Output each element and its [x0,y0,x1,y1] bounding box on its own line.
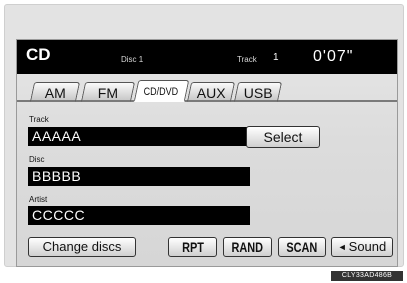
track-title-field: AAAAA [28,127,250,146]
change-discs-button[interactable]: Change discs [28,237,136,257]
tab-aux[interactable]: AUX [186,82,236,102]
tab-cd-dvd-label: CD/DVD [143,86,179,98]
tab-aux-label: AUX [196,85,226,101]
tab-fm-label: FM [97,85,118,101]
disc-indicator: Disc 1 [121,55,144,64]
tab-am-label: AM [44,85,66,101]
track-field-label: Track [29,115,49,124]
sound-button-label: Sound [348,239,387,254]
track-indicator-label: Track [237,55,257,64]
source-title: CD [26,45,51,64]
tab-am[interactable]: AM [29,82,81,102]
artist-field-label: Artist [29,195,48,204]
artist-name-field: CCCCC [28,206,250,225]
speaker-icon: ◄ [337,242,347,252]
repeat-button[interactable]: RPT [168,237,217,257]
elapsed-time: 0'07" [313,48,354,65]
audio-screen: CD Disc 1 Track 1 0'07" AM FM USB AUX CD… [16,39,398,267]
scan-button[interactable]: SCAN [278,237,326,257]
repeat-button-label: RPT [181,239,204,255]
scan-button-label: SCAN [286,239,318,255]
figure-code: CLY33AD486B [331,271,403,281]
tab-fm[interactable]: FM [80,82,136,102]
random-button-label: RAND [231,239,264,255]
random-button[interactable]: RAND [223,237,272,257]
disc-field-label: Disc [29,155,45,164]
disc-title-field: BBBBB [28,167,250,186]
tab-cd-dvd[interactable]: CD/DVD [133,80,190,102]
status-header: CD Disc 1 Track 1 0'07" [17,40,397,74]
tab-usb[interactable]: USB [233,82,283,102]
sound-button[interactable]: ◄ Sound [331,237,393,257]
track-number: 1 [273,52,279,63]
source-tabs: AM FM USB AUX CD/DVD [17,74,397,102]
tab-usb-label: USB [243,85,273,101]
select-button[interactable]: Select [246,126,320,148]
